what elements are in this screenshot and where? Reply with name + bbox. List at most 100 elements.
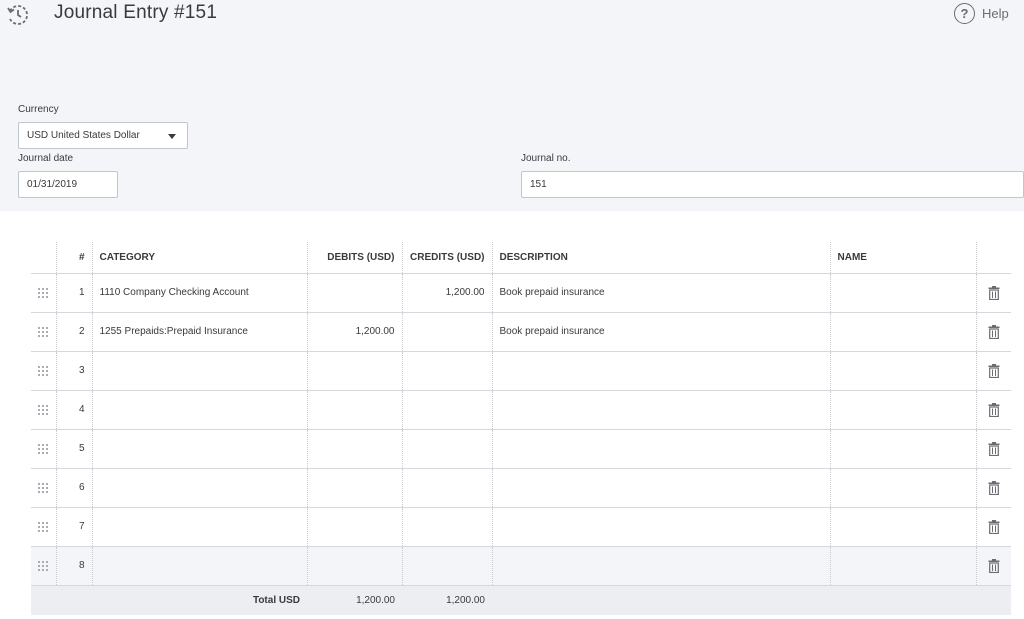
total-spacer (492, 585, 830, 615)
category-cell[interactable] (91, 390, 307, 430)
name-cell[interactable] (829, 507, 976, 547)
line-number: 5 (55, 429, 92, 469)
page-title: Journal Entry #151 (54, 2, 218, 23)
help-label: Help (982, 6, 1009, 21)
currency-value: USD United States Dollar (27, 130, 140, 141)
delete-line-button[interactable] (975, 390, 1011, 430)
credit-cell[interactable] (401, 390, 492, 430)
name-cell[interactable] (829, 273, 976, 313)
credit-cell[interactable] (401, 429, 492, 469)
total-row: Total USD 1,200.00 1,200.00 (31, 585, 1011, 615)
delete-line-button[interactable] (975, 429, 1011, 469)
debit-cell[interactable] (306, 546, 402, 586)
name-cell[interactable] (829, 390, 976, 430)
help-icon: ? (954, 3, 975, 24)
name-cell[interactable] (829, 351, 976, 391)
total-spacer (31, 585, 56, 615)
drag-handle[interactable] (31, 546, 56, 586)
line-number: 4 (55, 390, 92, 430)
credit-cell[interactable]: 1,200.00 (401, 273, 492, 313)
category-cell[interactable] (91, 507, 307, 547)
credits-column-header: CREDITS (USD) (401, 242, 492, 274)
debit-cell[interactable] (306, 429, 402, 469)
description-cell[interactable] (491, 351, 830, 391)
table-row[interactable]: 8 (31, 546, 1011, 586)
name-cell[interactable] (829, 312, 976, 352)
table-header-row: # CATEGORY DEBITS (USD) CREDITS (USD) DE… (31, 242, 1011, 274)
drag-handle[interactable] (31, 273, 56, 313)
table-row[interactable]: 6 (31, 468, 1011, 508)
description-cell[interactable]: Book prepaid insurance (491, 312, 830, 352)
total-debits: 1,200.00 (307, 585, 402, 615)
category-cell[interactable] (91, 546, 307, 586)
debit-cell[interactable] (306, 390, 402, 430)
description-cell[interactable] (491, 507, 830, 547)
description-cell[interactable] (491, 546, 830, 586)
category-cell[interactable] (91, 351, 307, 391)
table-row[interactable]: 4 (31, 390, 1011, 430)
drag-handle[interactable] (31, 468, 56, 508)
debit-cell[interactable] (306, 507, 402, 547)
trash-icon (988, 441, 1000, 456)
trash-icon (988, 285, 1000, 300)
table-row[interactable]: 7 (31, 507, 1011, 547)
category-cell[interactable]: 1110 Company Checking Account (91, 273, 307, 313)
category-cell[interactable] (91, 429, 307, 469)
table-row[interactable]: 1 1110 Company Checking Account 1,200.00 Bo… (31, 273, 1011, 313)
table-row[interactable]: 2 1255 Prepaids:Prepaid Insurance 1,200.00… (31, 312, 1011, 352)
total-label: Total USD (92, 585, 307, 615)
line-number: 3 (55, 351, 92, 391)
delete-line-button[interactable] (975, 273, 1011, 313)
name-cell[interactable] (829, 546, 976, 586)
debit-cell[interactable] (306, 468, 402, 508)
currency-select[interactable]: USD United States Dollar (18, 122, 188, 149)
table-row[interactable]: 5 (31, 429, 1011, 469)
journal-date-label: Journal date (18, 153, 74, 164)
credit-cell[interactable] (401, 312, 492, 352)
help-button[interactable]: ? Help (954, 3, 1009, 24)
line-number: 1 (55, 273, 92, 313)
journal-no-input[interactable]: 151 (521, 171, 1024, 198)
trash-icon (988, 480, 1000, 495)
description-column-header: DESCRIPTION (491, 242, 830, 274)
drag-handle[interactable] (31, 429, 56, 469)
category-cell[interactable]: 1255 Prepaids:Prepaid Insurance (91, 312, 307, 352)
trash-icon (988, 519, 1000, 534)
delete-line-button[interactable] (975, 468, 1011, 508)
drag-handle[interactable] (31, 312, 56, 352)
drag-handle[interactable] (31, 351, 56, 391)
total-spacer (56, 585, 92, 615)
total-spacer (976, 585, 1011, 615)
credit-cell[interactable] (401, 468, 492, 508)
description-cell[interactable]: Book prepaid insurance (491, 273, 830, 313)
total-credits: 1,200.00 (402, 585, 492, 615)
drag-handle-icon (38, 365, 49, 376)
credit-cell[interactable] (401, 351, 492, 391)
debit-cell[interactable]: 1,200.00 (306, 312, 402, 352)
delete-line-button[interactable] (975, 546, 1011, 586)
journal-date-input[interactable]: 01/31/2019 (18, 171, 118, 198)
journal-no-label: Journal no. (521, 153, 571, 164)
description-cell[interactable] (491, 468, 830, 508)
credit-cell[interactable] (401, 546, 492, 586)
table-row[interactable]: 3 (31, 351, 1011, 391)
drag-handle[interactable] (31, 390, 56, 430)
debit-cell[interactable] (306, 273, 402, 313)
category-cell[interactable] (91, 468, 307, 508)
category-column-header: CATEGORY (91, 242, 307, 274)
description-cell[interactable] (491, 390, 830, 430)
drag-handle-icon (38, 482, 49, 493)
name-cell[interactable] (829, 429, 976, 469)
currency-label: Currency (18, 104, 59, 115)
debit-cell[interactable] (306, 351, 402, 391)
delete-line-button[interactable] (975, 312, 1011, 352)
name-cell[interactable] (829, 468, 976, 508)
credit-cell[interactable] (401, 507, 492, 547)
recent-transactions-icon[interactable] (6, 3, 30, 27)
total-spacer (830, 585, 976, 615)
drag-handle[interactable] (31, 507, 56, 547)
delete-line-button[interactable] (975, 507, 1011, 547)
delete-line-button[interactable] (975, 351, 1011, 391)
chevron-down-icon (168, 134, 176, 139)
description-cell[interactable] (491, 429, 830, 469)
